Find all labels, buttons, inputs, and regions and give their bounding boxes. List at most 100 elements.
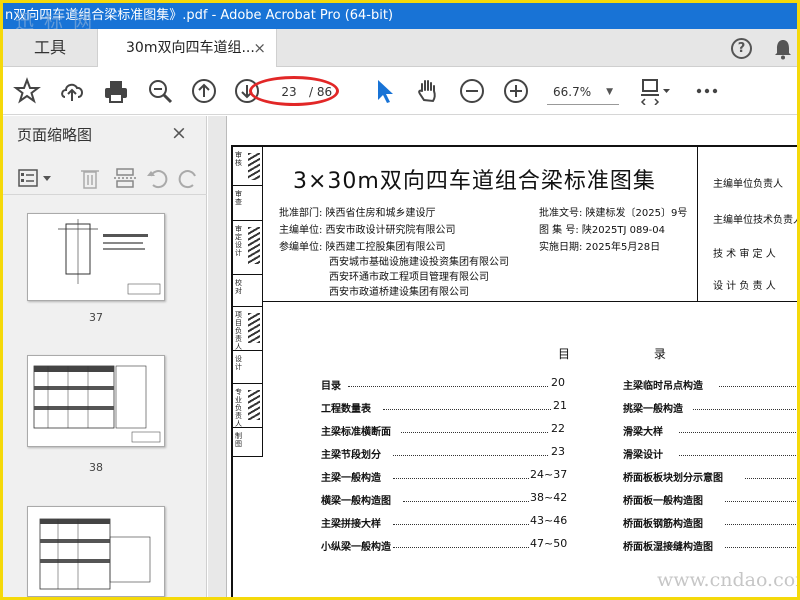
signature-mark [248,153,260,180]
delete-trash-icon[interactable] [79,166,101,190]
toc-title: 目 录 [558,347,706,361]
toc-item-name: 挑梁一般构造 [623,404,683,415]
toc-item-name: 目录 [321,381,341,392]
zoom-out-icon[interactable] [458,77,486,105]
toc-item-name: 桥面板钢筋构造图 [623,519,703,530]
editor-unit: 主编单位: 西安市政设计研究院有限公司 [279,225,456,236]
bookmark-star-icon[interactable] [13,77,41,105]
toc-item-page: 22 [551,422,565,435]
tab-document-label: 30m双向四车道组... [126,40,255,56]
thumbnail-options-icon[interactable] [17,167,55,189]
toc-item-name: 小纵梁一般构造 [321,542,391,553]
toc-item-name: 桥面板一般构造图 [623,496,703,507]
toc-leader [679,448,797,456]
panel-toolbar [3,161,207,195]
responsible-role: 技 术 审 定 人 [713,249,776,260]
rotate-right-icon[interactable] [177,166,201,190]
close-tab-icon[interactable]: × [253,29,266,67]
page-fit-icon[interactable] [639,77,673,105]
page-thumbnails-panel: 页面缩略图 × 37 38 [3,116,207,597]
tab-document[interactable]: 30m双向四车道组... × [97,29,277,67]
toc-item-name: 主梁拼接大样 [321,519,381,530]
toc-leader [725,540,797,548]
window-title-bar: n双向四车道组合梁标准图集》.pdf - Adobe Acrobat Pro (… [3,3,797,29]
signature-role: 审定设计 [235,225,242,257]
toc-item-page: 43~46 [530,514,568,527]
extract-pages-icon[interactable] [113,166,137,190]
implementation-date: 实施日期: 2025年5月28日 [539,242,661,253]
thumbnail-label: 38 [89,461,103,474]
toc-leader [383,402,551,410]
responsible-role: 主编单位技术负责人 [713,215,797,226]
thumbnail-label: 37 [89,311,103,324]
select-cursor-icon[interactable] [370,77,398,105]
print-icon[interactable] [102,77,130,105]
toc-leader [348,379,548,387]
panel-close-icon[interactable]: × [171,122,187,144]
toc-item-name: 桥面板板块划分示意图 [623,473,723,484]
toc-leader [725,517,797,525]
page-thumbnail[interactable] [27,213,165,301]
drawing-sheet: 审核 审查 审定设计 校对 项目负责人 设计 专业负责人 制图 3×30m双向四… [231,145,797,597]
tab-tools[interactable]: 工具 [3,29,97,67]
hand-tool-icon[interactable] [414,77,442,105]
signature-role: 专业负责人 [235,388,242,428]
zoom-in-icon[interactable] [502,77,530,105]
notification-bell-icon[interactable] [773,38,793,60]
zoom-level-select[interactable]: 66.7% ▼ [547,79,619,105]
toc-item-name: 主梁节段划分 [321,450,381,461]
co-editor-unit: 西安环通市政工程项目管理有限公司 [329,272,489,283]
toc-item-name: 主梁临时吊点构造 [623,381,703,392]
signature-cell: 审查 [233,186,263,221]
toc-leader [745,471,797,479]
main-toolbar: 23 / 86 66.7% ▼ [3,67,797,115]
signature-mark [248,227,260,265]
co-editor-unit: 西安城市基础设施建设投资集团有限公司 [329,257,509,268]
toc-leader [393,517,529,525]
pdf-page: 审核 审查 审定设计 校对 项目负责人 设计 专业负责人 制图 3×30m双向四… [226,116,797,597]
thumbnail-preview [33,365,161,443]
toc-item-page: 20 [551,376,565,389]
signature-role: 审核 [235,151,242,167]
toc-leader [393,471,529,479]
toc-leader [401,425,548,433]
co-editor-unit: 西安市政道桥建设集团有限公司 [329,287,469,298]
signature-mark [248,390,260,421]
toc-leader [393,448,548,456]
toc-item-name: 桥面板湿接缝构造图 [623,542,713,553]
signature-role: 制图 [235,432,242,448]
signature-role: 审查 [235,190,242,206]
toc-leader [403,494,529,502]
page-thumbnail[interactable] [27,506,165,597]
toc-item-name: 工程数量表 [321,404,371,415]
toc-item-page: 47~50 [530,537,568,550]
chevron-down-icon: ▼ [606,87,613,97]
toc-item-name: 主梁标准横断面 [321,427,391,438]
co-editor-unit: 参编单位: 陕西建工控股集团有限公司 [279,242,446,253]
signature-role: 校对 [235,279,242,295]
signature-role: 项目负责人 [235,311,242,351]
cloud-upload-icon[interactable] [58,77,86,105]
toc-leader [393,540,529,548]
app-window: n双向四车道组合梁标准图集》.pdf - Adobe Acrobat Pro (… [3,3,797,597]
toc-item-page: 21 [553,399,567,412]
search-zoom-icon[interactable] [146,77,174,105]
atlas-number: 图 集 号: 陕2025TJ 089-04 [539,225,666,236]
tab-bar: 工具 30m双向四车道组... × ? [3,29,797,67]
title-block-main: 3×30m双向四车道组合梁标准图集 批准部门: 陕西省住房和城乡建设厅 主编单位… [263,147,698,302]
site-watermark: www.cndao.com [657,569,797,591]
responsible-role: 设 计 负 责 人 [713,281,776,292]
document-view[interactable]: 审核 审查 审定设计 校对 项目负责人 设计 专业负责人 制图 3×30m双向四… [208,116,797,597]
rotate-left-icon[interactable] [145,166,169,190]
previous-page-icon[interactable] [190,77,218,105]
toc-item-name: 滑梁设计 [623,450,663,461]
signature-cell: 项目负责人 [233,307,263,351]
responsible-role: 主编单位负责人 [713,179,783,190]
help-icon[interactable]: ? [731,38,752,59]
signature-cell: 设计 [233,351,263,384]
page-thumbnail[interactable] [27,355,165,447]
toc-item-page: 23 [551,445,565,458]
more-options-icon[interactable] [693,77,721,105]
title-block: 3×30m双向四车道组合梁标准图集 批准部门: 陕西省住房和城乡建设厅 主编单位… [263,147,797,302]
signature-column: 审核 审查 审定设计 校对 项目负责人 设计 专业负责人 制图 [233,147,263,457]
